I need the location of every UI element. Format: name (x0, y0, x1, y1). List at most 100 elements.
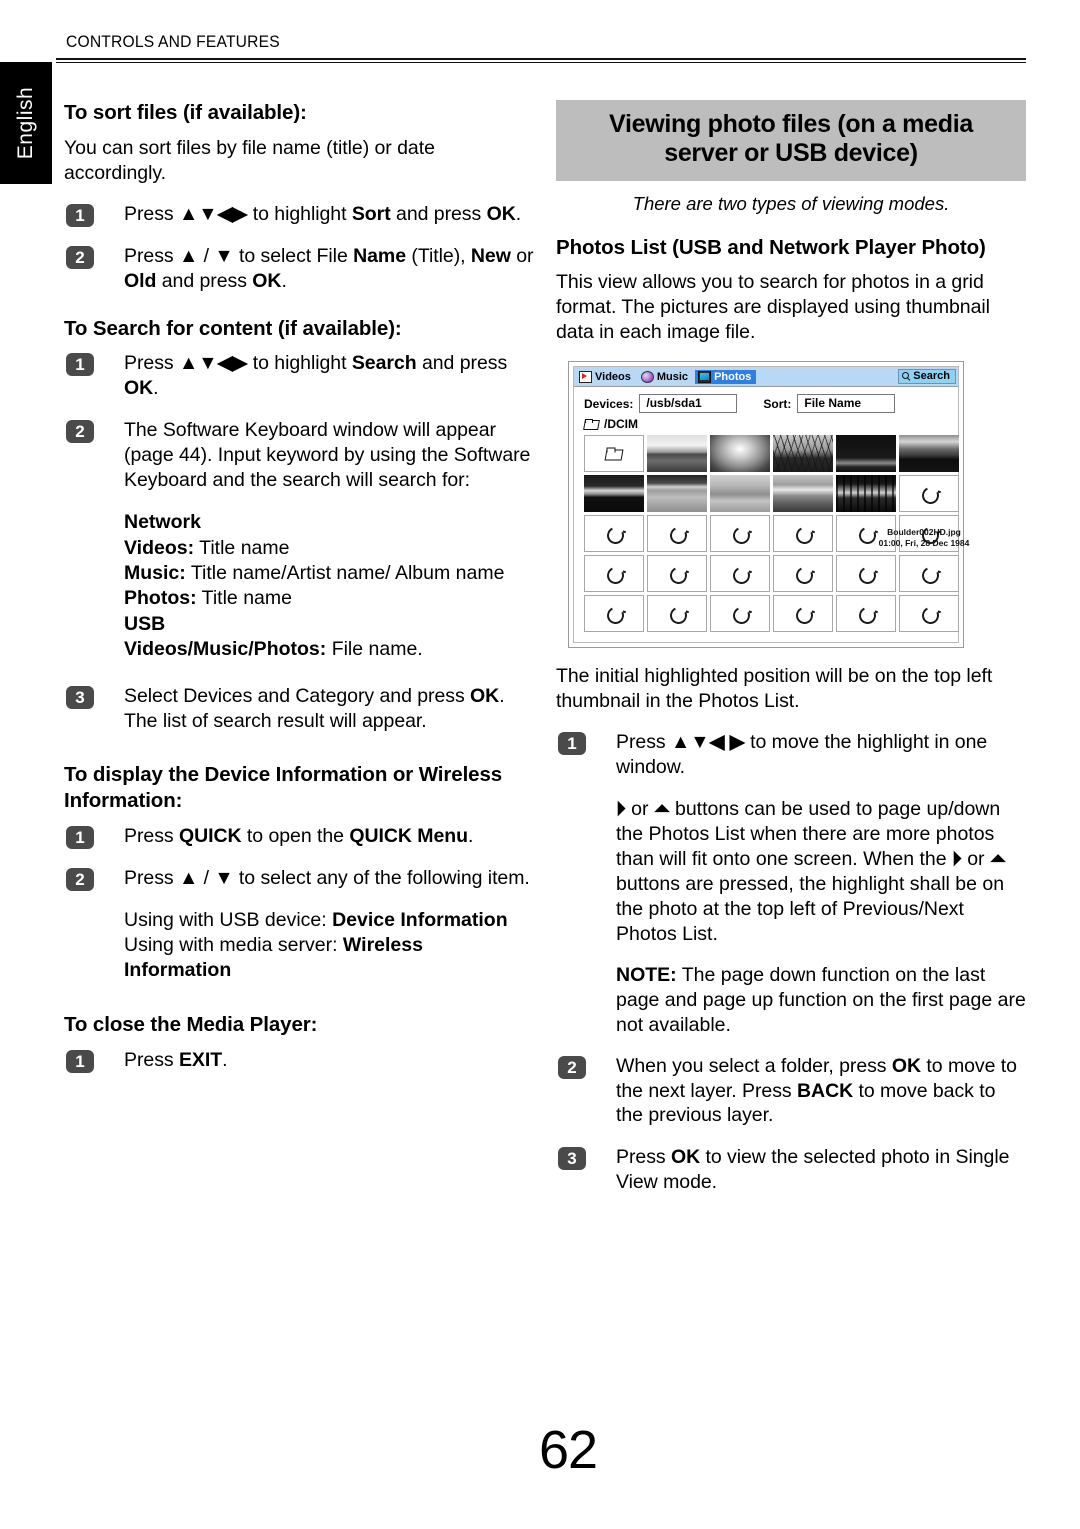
page-up-chevron-icon: ⏵ (616, 798, 626, 820)
page: CONTROLS AND FEATURES To sort files (if … (56, 0, 1080, 1529)
grid-cell-photo[interactable] (773, 435, 833, 473)
grid-cell-loading[interactable] (899, 475, 959, 513)
current-path-row: /DCIM (574, 417, 958, 435)
step-search-2: 2 The Software Keyboard window will appe… (64, 418, 534, 493)
loading-spinner-icon (667, 604, 690, 627)
search-button-label: Search (913, 370, 950, 383)
tab-photos-label: Photos (714, 370, 752, 383)
step-text: Press ▲▼◀ ▶ to move the highlight in one… (616, 731, 988, 779)
step-photos-2: 2 When you select a folder, press OK to … (556, 1054, 1026, 1129)
grid-cell-loading[interactable] (899, 555, 959, 593)
step-number: 1 (66, 825, 94, 849)
network-videos-label: Videos: (124, 536, 195, 559)
section-title-bar: Viewing photo files (on a media server o… (556, 100, 1026, 181)
grid-cell-loading[interactable] (647, 595, 707, 633)
loading-spinner-icon (604, 564, 627, 587)
tab-videos-label: Videos (595, 370, 631, 383)
language-tab: English (0, 62, 52, 184)
grid-cell-loading[interactable] (647, 515, 707, 553)
step-text: Select Devices and Category and press OK… (124, 685, 505, 733)
grid-cell-photo[interactable] (647, 435, 707, 473)
loading-spinner-icon (856, 564, 879, 587)
grid-cell-loading[interactable] (836, 555, 896, 593)
usb-files-label: Videos/Music/Photos: (124, 637, 327, 660)
header-rule (56, 58, 1026, 63)
grid-cell-loading[interactable] (584, 515, 644, 553)
section-title-line1: Viewing photo files (on a media (609, 110, 973, 138)
tab-music[interactable]: Music (638, 370, 693, 384)
step-photos-1: 1 Press ▲▼◀ ▶ to move the highlight in o… (556, 730, 1026, 780)
grid-cell-photo[interactable] (899, 435, 959, 473)
network-videos-value: Title name (199, 536, 290, 559)
photo-icon (698, 370, 712, 383)
video-icon (579, 370, 592, 383)
step-text: Press ▲ / ▼ to select any of the followi… (124, 866, 530, 889)
grid-cell-loading[interactable] (647, 555, 707, 593)
step-text: Press ▲▼◀▶ to highlight Sort and press O… (124, 202, 522, 225)
photos-list-body: This view allows you to search for photo… (556, 271, 990, 344)
grid-cell-photo[interactable] (710, 475, 770, 513)
grid-cell-photo[interactable] (584, 475, 644, 513)
grid-cell-photo[interactable] (836, 475, 896, 513)
search-icon (902, 371, 911, 381)
loading-spinner-icon (604, 604, 627, 627)
step-number: 1 (558, 732, 586, 756)
step-text: The Software Keyboard window will appear… (124, 419, 531, 492)
network-music-value: Title name/Artist name/ Album name (190, 561, 505, 584)
tab-music-label: Music (656, 370, 689, 383)
step-number: 2 (66, 420, 94, 444)
device-info-options: Using with USB device: Device Informatio… (64, 908, 534, 984)
grid-cell-loading[interactable] (710, 515, 770, 553)
folder-icon (606, 447, 623, 460)
tab-videos[interactable]: Videos (576, 370, 636, 384)
grid-cell-loading[interactable] (584, 555, 644, 593)
sort-value-field[interactable]: File Name (797, 394, 896, 414)
grid-cell-loading[interactable] (710, 555, 770, 593)
loading-spinner-icon (667, 524, 690, 547)
grid-cell-photo[interactable] (773, 475, 833, 513)
usb-label: USB (124, 612, 166, 635)
search-button[interactable]: Search (898, 369, 956, 385)
loading-spinner-icon (919, 604, 942, 627)
grid-cell-photo[interactable] (647, 475, 707, 513)
usb-files-value: File name. (331, 637, 423, 660)
grid-cell-photo[interactable] (710, 435, 770, 473)
grid-cell-loading[interactable] (710, 595, 770, 633)
running-head: CONTROLS AND FEATURES (66, 32, 280, 51)
step-text: Press QUICK to open the QUICK Menu. (124, 824, 474, 847)
grid-cell-loading[interactable] (773, 515, 833, 553)
grid-cell-loading[interactable] (899, 595, 959, 633)
loading-spinner-icon (919, 484, 942, 507)
step-number: 2 (66, 867, 94, 891)
sort-label: Sort: (763, 396, 792, 411)
step-number: 2 (66, 245, 94, 269)
photos-list-screenshot-figure: Videos Music Photos Search Devices: /usb… (568, 361, 969, 649)
usb-device-line-value: Device Information (332, 908, 508, 931)
step-text: Press EXIT. (124, 1048, 228, 1071)
step-photos-3: 3 Press OK to view the selected photo in… (556, 1145, 1026, 1195)
loading-spinner-icon (730, 524, 753, 547)
initial-highlight-body: The initial highlighted position will be… (556, 665, 993, 713)
grid-cell-folder[interactable] (584, 435, 644, 473)
heading-to-sort-files: To sort files (if available): (64, 101, 307, 124)
step-number: 1 (66, 1049, 94, 1073)
grid-cell-photo[interactable] (836, 435, 896, 473)
grid-cell-loading[interactable] (836, 595, 896, 633)
media-player-tabbar: Videos Music Photos Search (574, 367, 958, 388)
devices-value-field[interactable]: /usb/sda1 (639, 394, 738, 414)
step-number: 1 (66, 353, 94, 377)
note-label: NOTE: (616, 963, 677, 986)
photo-thumbnail-grid: Boulder002HD.jpg 01:00, Fri, 28 Dec 1984 (574, 435, 969, 642)
current-path-label: /DCIM (604, 417, 638, 432)
step-number: 2 (558, 1055, 586, 1079)
grid-cell-loading[interactable] (584, 595, 644, 633)
right-column: Viewing photo files (on a media server o… (556, 100, 1026, 1212)
note-text: The page down function on the last page … (616, 963, 1026, 1036)
grid-cell-loading[interactable] (773, 555, 833, 593)
left-column: To sort files (if available): You can so… (64, 100, 534, 1090)
grid-cell-loading[interactable] (773, 595, 833, 633)
heading-to-search-content: To Search for content (if available): (64, 316, 402, 340)
page-updown-paragraph: ⏵ or ⏶ buttons can be used to page up/do… (616, 798, 1006, 945)
tab-photos[interactable]: Photos (695, 369, 757, 384)
step-close-1: 1 Press EXIT. (64, 1048, 534, 1073)
